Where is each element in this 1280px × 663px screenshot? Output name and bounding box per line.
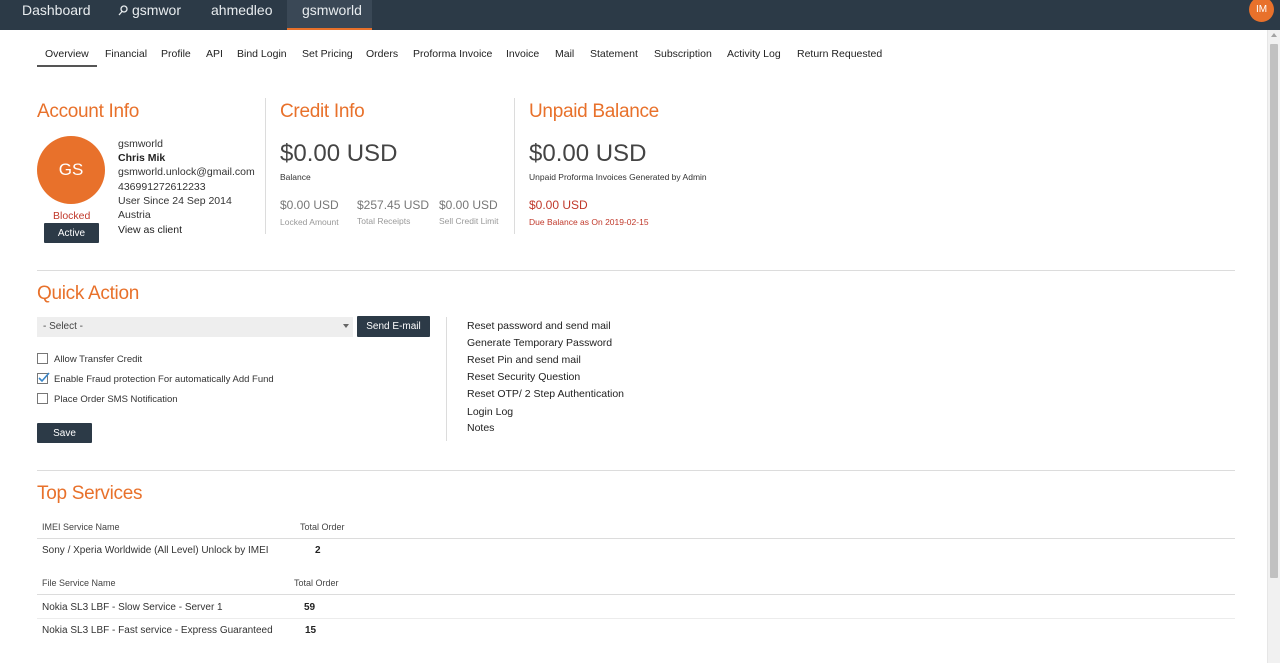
total-receipts-label: Total Receipts [357, 216, 411, 226]
sell-credit-limit-label: Sell Credit Limit [439, 216, 499, 226]
tab-dashboard[interactable]: Dashboard [22, 0, 91, 30]
subtab-profile[interactable]: Profile [161, 48, 191, 60]
section-divider [37, 470, 1235, 471]
reset-otp-link[interactable]: Reset OTP/ 2 Step Authentication [467, 388, 624, 400]
total-receipts: $257.45 USD [357, 198, 430, 212]
subtab-mail[interactable]: Mail [555, 48, 574, 60]
file-service-name: Nokia SL3 LBF - Fast service - Express G… [42, 625, 273, 636]
credit-info-title: Credit Info [280, 101, 365, 122]
tab-gsmworld[interactable]: gsmworld [287, 0, 372, 30]
imei-service-total: 2 [315, 545, 321, 556]
top-services-title: Top Services [37, 483, 143, 504]
section-divider [37, 270, 1235, 271]
quick-action-title: Quick Action [37, 283, 140, 304]
file-service-header: File Service Name [42, 578, 116, 588]
account-name: Chris Mik [118, 152, 166, 164]
tab-label: gsmwor [132, 2, 182, 18]
credit-balance: $0.00 USD [280, 140, 398, 167]
tab-ahmedleo[interactable]: ahmedleo [211, 0, 273, 30]
login-log-link[interactable]: Login Log [467, 406, 513, 418]
subtab-overview[interactable]: Overview [37, 48, 97, 67]
sell-credit-limit: $0.00 USD [439, 198, 498, 212]
subtab-subscription[interactable]: Subscription [654, 48, 712, 60]
reset-security-question-link[interactable]: Reset Security Question [467, 371, 580, 383]
file-service-total: 15 [305, 625, 317, 636]
checkbox-label: Enable Fraud protection For automaticall… [54, 374, 274, 385]
divider [514, 98, 515, 234]
unpaid-amount-label: Unpaid Proforma Invoices Generated by Ad… [529, 172, 707, 182]
locked-amount-label: Locked Amount [280, 217, 339, 227]
allow-transfer-credit-checkbox[interactable] [37, 353, 48, 364]
save-button[interactable]: Save [37, 423, 92, 443]
locked-amount: $0.00 USD [280, 198, 339, 212]
subtab-invoice[interactable]: Invoice [506, 48, 539, 60]
divider [265, 98, 266, 234]
checkbox-label: Allow Transfer Credit [54, 354, 143, 365]
select-value: - Select - [43, 321, 84, 332]
active-button[interactable]: Active [44, 223, 99, 243]
account-phone: 436991272612233 [118, 181, 206, 193]
imei-service-header: IMEI Service Name [42, 522, 120, 532]
chevron-down-icon [343, 324, 349, 328]
file-service-name: Nokia SL3 LBF - Slow Service - Server 1 [42, 602, 223, 613]
scrollbar-thumb[interactable] [1270, 44, 1278, 578]
account-since: User Since 24 Sep 2014 [118, 195, 232, 207]
tab-search-gsmwor[interactable]: gsmwor [118, 0, 181, 30]
fraud-protection-checkbox[interactable] [37, 372, 50, 384]
subtab-set-pricing[interactable]: Set Pricing [302, 48, 353, 60]
search-icon [118, 5, 128, 16]
checkmark-icon [38, 372, 50, 383]
account-email: gsmworld.unlock@gmail.com [118, 166, 255, 178]
view-as-client-link[interactable]: View as client [118, 224, 182, 236]
reset-password-link[interactable]: Reset password and send mail [467, 320, 611, 332]
imei-service-name: Sony / Xperia Worldwide (All Level) Unlo… [42, 545, 269, 556]
subtab-orders[interactable]: Orders [366, 48, 398, 60]
subtab-statement[interactable]: Statement [590, 48, 638, 60]
file-total-header: Total Order [294, 578, 339, 588]
subtab-financial[interactable]: Financial [105, 48, 147, 60]
subtab-return-requested[interactable]: Return Requested [797, 48, 882, 60]
imei-total-header: Total Order [300, 522, 345, 532]
status-badge: Blocked [53, 210, 91, 222]
notes-link[interactable]: Notes [467, 422, 494, 434]
send-email-button[interactable]: Send E-mail [357, 316, 430, 337]
account-avatar: GS [37, 136, 105, 204]
table-divider [37, 594, 1235, 595]
subtab-api[interactable]: API [206, 48, 223, 60]
table-divider [37, 538, 1235, 539]
generate-temp-password-link[interactable]: Generate Temporary Password [467, 337, 612, 349]
account-country: Austria [118, 209, 151, 221]
vertical-scrollbar[interactable] [1267, 30, 1280, 663]
file-service-total: 59 [304, 602, 316, 613]
due-amount: $0.00 USD [529, 198, 588, 212]
scroll-up-arrow-icon[interactable] [1271, 33, 1277, 37]
top-navbar: Dashboard gsmwor ahmedleo gsmworld IM [0, 0, 1280, 30]
reset-pin-link[interactable]: Reset Pin and send mail [467, 354, 581, 366]
user-avatar[interactable]: IM [1249, 0, 1274, 22]
credit-balance-label: Balance [280, 172, 311, 182]
account-username: gsmworld [118, 138, 163, 150]
due-balance-label: Due Balance as On 2019-02-15 [529, 217, 649, 227]
unpaid-amount: $0.00 USD [529, 140, 647, 167]
divider [446, 317, 447, 441]
subtab-activity-log[interactable]: Activity Log [727, 48, 781, 60]
table-divider [37, 618, 1235, 619]
subtab-bind-login[interactable]: Bind Login [237, 48, 287, 60]
email-template-select[interactable]: - Select - [37, 317, 353, 337]
subtab-proforma-invoice[interactable]: Proforma Invoice [413, 48, 492, 60]
checkbox-label: Place Order SMS Notification [54, 394, 178, 405]
unpaid-balance-title: Unpaid Balance [529, 101, 659, 122]
account-info-title: Account Info [37, 101, 140, 122]
sms-notification-checkbox[interactable] [37, 393, 48, 404]
